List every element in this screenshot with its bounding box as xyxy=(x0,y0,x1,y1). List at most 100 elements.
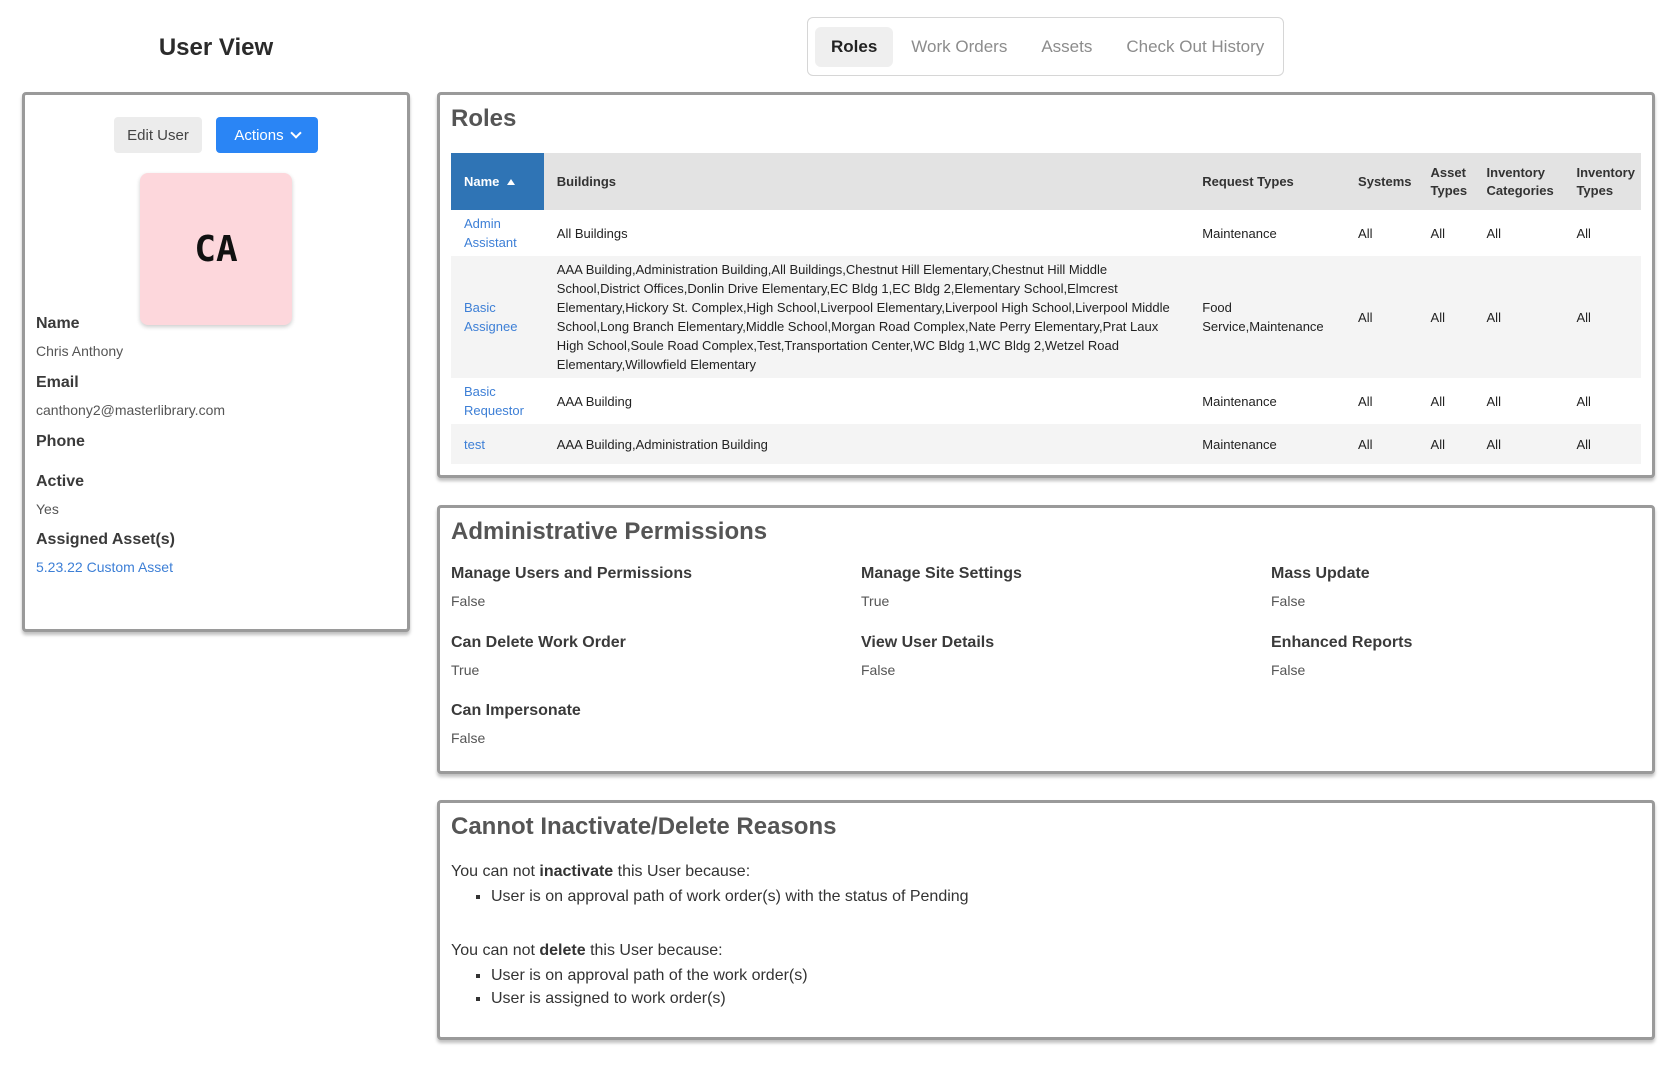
actions-dropdown-button[interactable]: Actions xyxy=(216,117,318,153)
table-cell: AAA Building,Administration Building xyxy=(543,424,1190,464)
role-name-link[interactable]: Admin Assistant xyxy=(451,210,544,256)
avatar: CA xyxy=(140,173,292,325)
permission-value: True xyxy=(451,662,480,678)
intro-prefix: You can not xyxy=(451,942,540,959)
column-header-name[interactable]: Name xyxy=(451,153,544,210)
table-cell: All xyxy=(1417,256,1474,378)
table-cell: All xyxy=(1486,225,1501,241)
column-header-inventory-types[interactable]: Inventory Types xyxy=(1563,153,1641,210)
table-cell: All xyxy=(1576,393,1591,409)
permission-label: Can Delete Work Order xyxy=(451,634,626,651)
sort-ascending-icon xyxy=(507,179,516,186)
list-item: User is on approval path of work order(s… xyxy=(491,885,969,908)
permission-label: Mass Update xyxy=(1271,565,1370,582)
intro-suffix: this User because: xyxy=(613,863,751,880)
permission-value: True xyxy=(861,593,890,609)
edit-user-button[interactable]: Edit User xyxy=(114,117,202,153)
phone-field: Phone xyxy=(36,433,85,451)
tab-work-orders[interactable]: Work Orders xyxy=(895,27,1023,67)
column-header-request-types[interactable]: Request Types xyxy=(1189,153,1346,210)
permission-item: Enhanced Reports False xyxy=(1271,634,1412,678)
permission-label: Can Impersonate xyxy=(451,702,581,719)
tab-assets[interactable]: Assets xyxy=(1025,27,1108,67)
assigned-asset-link[interactable]: 5.23.22 Custom Asset xyxy=(36,559,175,575)
email-label: Email xyxy=(36,374,79,391)
name-value: Chris Anthony xyxy=(36,343,124,359)
table-cell: All Buildings xyxy=(556,225,628,241)
header-label: Name xyxy=(464,173,500,189)
roles-table: Name Buildings Request Types Systems Ass… xyxy=(451,153,1641,464)
phone-label: Phone xyxy=(36,433,85,450)
table-cell: All xyxy=(1345,424,1418,464)
actions-button-label: Actions xyxy=(234,126,284,144)
table-cell: All xyxy=(1430,225,1445,241)
user-card: Edit User Actions CA Name Chris Anthony … xyxy=(22,92,410,632)
table-cell: All xyxy=(1563,256,1641,378)
column-header-asset-types[interactable]: Asset Types xyxy=(1417,153,1474,210)
column-header-inventory-categories[interactable]: Inventory Categories xyxy=(1473,153,1564,210)
table-cell: Maintenance xyxy=(1189,424,1346,464)
table-row: Basic Requestor AAA Building Maintenance… xyxy=(451,378,1641,424)
tab-roles[interactable]: Roles xyxy=(815,26,894,67)
delete-reasons: You can not delete this User because: Us… xyxy=(451,942,808,1010)
tab-bar: Roles Work Orders Assets Check Out Histo… xyxy=(807,17,1284,76)
permission-label: View User Details xyxy=(861,634,995,651)
table-cell: Maintenance xyxy=(1202,393,1277,409)
permission-value: False xyxy=(451,593,486,609)
role-name-link[interactable]: test xyxy=(451,424,544,464)
inactivate-reasons: You can not inactivate this User because… xyxy=(451,863,969,908)
table-cell: All xyxy=(1473,256,1564,378)
delete-intro: You can not delete this User because: xyxy=(451,942,808,960)
active-field: Active Yes xyxy=(36,473,84,517)
permissions-card: Administrative Permissions Manage Users … xyxy=(437,505,1655,774)
active-label: Active xyxy=(36,473,85,490)
role-name-link[interactable]: Basic Requestor xyxy=(451,378,544,424)
permission-item: Can Impersonate False xyxy=(451,702,581,746)
table-cell: Maintenance xyxy=(1202,225,1277,241)
table-cell: AAA Building xyxy=(556,393,632,409)
name-label: Name xyxy=(36,315,80,332)
table-cell: All xyxy=(1473,424,1564,464)
tab-check-out-history[interactable]: Check Out History xyxy=(1110,27,1280,67)
list-item: User is on approval path of the work ord… xyxy=(491,964,808,987)
permission-value: False xyxy=(451,730,486,746)
table-cell: All xyxy=(1430,393,1445,409)
table-cell: All xyxy=(1358,225,1373,241)
permission-item: Manage Site Settings True xyxy=(861,565,1022,609)
role-name-link[interactable]: Basic Assignee xyxy=(451,256,544,378)
chevron-down-icon xyxy=(289,127,302,139)
permission-value: False xyxy=(861,662,896,678)
intro-suffix: this User because: xyxy=(585,942,723,959)
roles-card: Roles Name Buildings Request Types Syste… xyxy=(437,92,1655,478)
intro-emphasis: inactivate xyxy=(539,863,614,880)
email-field: Email canthony2@masterlibrary.com xyxy=(36,374,225,418)
roles-title: Roles xyxy=(451,105,517,132)
inactivate-intro: You can not inactivate this User because… xyxy=(451,863,969,881)
inactivate-reason-list: User is on approval path of work order(s… xyxy=(471,885,969,908)
permission-label: Manage Site Settings xyxy=(861,565,1022,582)
permission-item: Manage Users and Permissions False xyxy=(451,565,692,609)
list-item: User is assigned to work order(s) xyxy=(491,987,808,1010)
permission-item: View User Details False xyxy=(861,634,994,678)
table-row: test AAA Building,Administration Buildin… xyxy=(451,424,1641,464)
column-header-systems[interactable]: Systems xyxy=(1345,153,1418,210)
table-row: Admin Assistant All Buildings Maintenanc… xyxy=(451,210,1641,256)
table-cell: All xyxy=(1486,393,1501,409)
column-header-buildings[interactable]: Buildings xyxy=(543,153,1190,210)
active-value: Yes xyxy=(36,501,59,517)
permission-value: False xyxy=(1271,662,1306,678)
table-cell: All xyxy=(1345,256,1418,378)
permission-item: Mass Update False xyxy=(1271,565,1370,609)
name-field: Name Chris Anthony xyxy=(36,315,123,359)
reasons-card: Cannot Inactivate/Delete Reasons You can… xyxy=(437,800,1655,1040)
permission-label: Enhanced Reports xyxy=(1271,634,1413,651)
table-cell: All xyxy=(1358,393,1373,409)
email-value: canthony2@masterlibrary.com xyxy=(36,402,226,418)
assets-field: Assigned Asset(s) 5.23.22 Custom Asset xyxy=(36,531,175,575)
intro-emphasis: delete xyxy=(539,942,586,959)
page-title: User View xyxy=(158,34,274,61)
permission-value: False xyxy=(1271,593,1306,609)
table-cell: All xyxy=(1576,225,1591,241)
reasons-title: Cannot Inactivate/Delete Reasons xyxy=(451,813,837,840)
table-cell: All xyxy=(1563,424,1641,464)
